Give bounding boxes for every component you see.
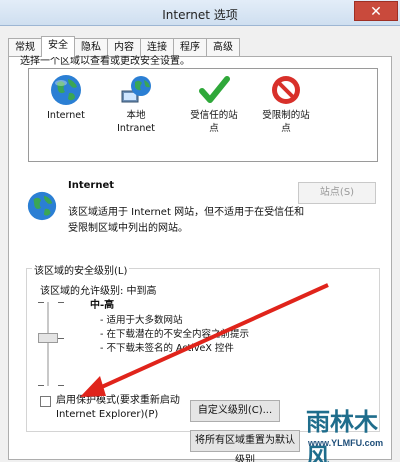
default-level-button[interactable]: 将所有区域重置为默认级别 [190, 430, 300, 462]
globe-icon [27, 191, 57, 221]
title-bar: Internet 选项 ✕ [0, 0, 400, 26]
zone-list: Internet 本地 Intranet 受信任的站 点 受限制的站 点 [28, 68, 378, 162]
custom-level-button[interactable]: 自定义级别(C)... [190, 400, 280, 422]
security-level-legend: 该区域的安全级别(L) [32, 262, 130, 277]
protected-mode-label: 启用保护模式(要求重新启动 Internet Explorer)(P) [56, 394, 180, 422]
checkmark-icon [199, 76, 230, 103]
protected-mode-label-line2: Internet Explorer)(P) [56, 409, 159, 420]
close-button[interactable]: ✕ [354, 1, 398, 21]
watermark-url: www.YLMFU.com [308, 438, 384, 448]
site-watermark: 雨林木风 www.YLMFU.com [302, 400, 398, 462]
zone-label: 受信任的站 点 [190, 110, 238, 134]
zone-label: 本地 Intranet [117, 110, 155, 134]
slider-tick [58, 302, 64, 303]
zone-internet[interactable]: Internet [31, 73, 101, 122]
intranet-icon [121, 76, 151, 103]
level-bullet: - 不下载未签名的 ActiveX 控件 [100, 343, 234, 354]
security-level-name: 中-高 [90, 300, 115, 311]
tab-security[interactable]: 安全 [41, 36, 75, 57]
slider-tick [58, 338, 64, 339]
slider-tick [38, 302, 44, 303]
security-level-bullets: - 适用于大多数网站 - 在下载潜在的不安全内容之前提示 - 不下载未签名的 A… [100, 314, 249, 356]
zone-info-title: Internet [68, 180, 115, 191]
globe-icon [51, 75, 81, 105]
sites-button[interactable]: 站点(S) [298, 182, 376, 204]
zone-trusted-sites[interactable]: 受信任的站 点 [179, 73, 249, 135]
window-title: Internet 选项 [162, 8, 238, 22]
protected-mode-label-line1: 启用保护模式(要求重新启动 [56, 395, 180, 406]
zone-local-intranet[interactable]: 本地 Intranet [101, 73, 171, 135]
zone-restricted-sites[interactable]: 受限制的站 点 [251, 73, 321, 135]
zone-description: 该区域适用于 Internet 网站，但不适用于在受信任和受限制区域中列出的网站… [68, 207, 305, 234]
level-bullet: - 适用于大多数网站 [100, 315, 183, 326]
allowed-levels-text: 该区域的允许级别: 中到高 [40, 286, 157, 297]
watermark-text: 雨林木风 [306, 407, 378, 462]
slider-thumb[interactable] [38, 333, 58, 343]
zone-label: Internet [31, 109, 101, 122]
protected-mode-checkbox[interactable] [40, 396, 51, 407]
tab-advanced[interactable]: 高级 [206, 38, 240, 56]
security-level-slider[interactable] [47, 302, 49, 386]
slider-tick [38, 385, 44, 386]
slider-tick [58, 385, 64, 386]
no-entry-icon [272, 76, 300, 104]
level-bullet: - 在下载潜在的不安全内容之前提示 [100, 329, 249, 340]
zone-label: 受限制的站 点 [262, 110, 310, 134]
